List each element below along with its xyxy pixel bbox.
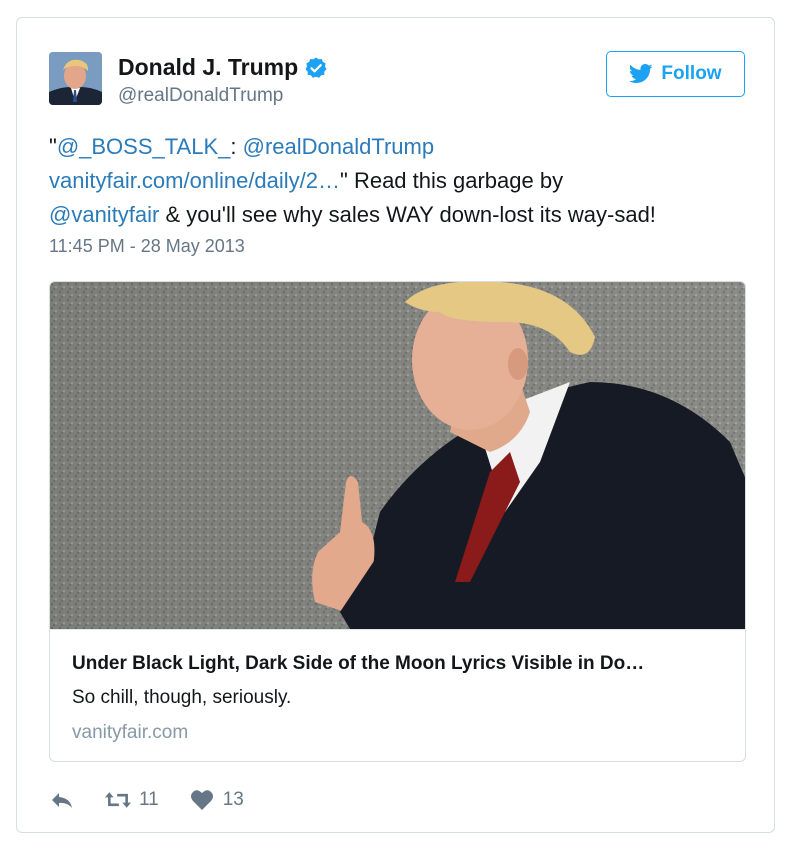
tweet-text-quote: " (49, 134, 57, 159)
twitter-bird-icon (629, 64, 654, 83)
author-handle[interactable]: @realDonaldTrump (118, 85, 283, 107)
tweet-text-colon: : (230, 134, 243, 159)
tweet-card: Donald J. Trump @realDonaldTrump Follow … (16, 17, 775, 833)
tweet-text: "@_BOSS_TALK_: @realDonaldTrump vanityfa… (49, 130, 749, 232)
tweet-actions: 11 13 (49, 787, 244, 813)
retweet-count: 11 (139, 789, 159, 810)
heart-icon (190, 790, 213, 810)
tweet-text-rest: & you'll see why sales WAY down-lost its… (159, 202, 656, 227)
reply-icon (52, 793, 72, 808)
like-count: 13 (222, 789, 244, 810)
follow-button[interactable]: Follow (606, 51, 745, 97)
link-preview-card[interactable]: Under Black Light, Dark Side of the Moon… (49, 281, 746, 762)
tweet-url-link[interactable]: vanityfair.com/online/daily/2… (49, 168, 340, 193)
tweet-timestamp[interactable]: 11:45 PM - 28 May 2013 (49, 236, 245, 257)
avatar-image (49, 52, 102, 105)
link-preview-body: Under Black Light, Dark Side of the Moon… (50, 629, 745, 761)
like-button[interactable]: 13 (189, 789, 244, 811)
link-preview-image (50, 282, 745, 629)
mention-author[interactable]: @realDonaldTrump (243, 134, 434, 159)
link-preview-title[interactable]: Under Black Light, Dark Side of the Moon… (72, 653, 644, 675)
avatar[interactable] (49, 52, 102, 105)
retweet-icon (105, 792, 131, 808)
reply-button[interactable] (49, 789, 75, 811)
mention-boss-talk[interactable]: @_BOSS_TALK_ (57, 134, 231, 159)
verified-badge-icon (305, 57, 327, 78)
follow-label: Follow (661, 63, 722, 84)
link-preview-domain: vanityfair.com (72, 722, 189, 743)
tweet-text-after-url: " Read this garbage by (340, 168, 564, 193)
retweet-button[interactable]: 11 (105, 789, 159, 811)
link-preview-description: So chill, though, seriously. (72, 687, 292, 708)
author-name[interactable]: Donald J. Trump (118, 54, 298, 81)
mention-vanityfair[interactable]: @vanityfair (49, 202, 159, 227)
author-name-row: Donald J. Trump (118, 54, 328, 81)
